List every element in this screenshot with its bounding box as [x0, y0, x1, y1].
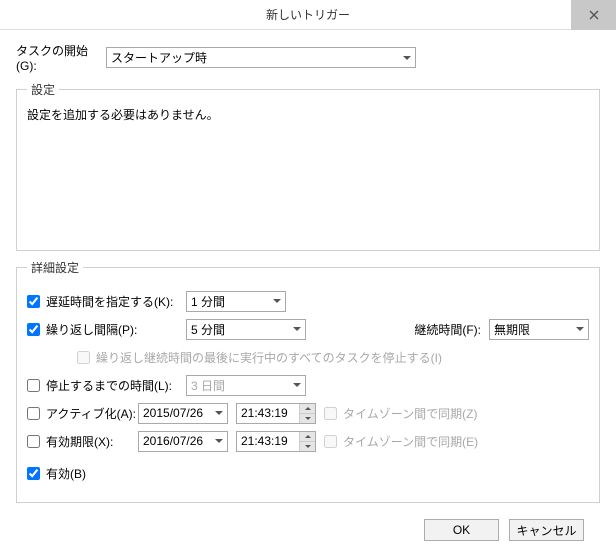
expire-tz-checkbox — [324, 435, 337, 448]
expire-label: 有効期限(X): — [46, 433, 138, 450]
activate-date-wrap — [138, 403, 228, 424]
activate-time-wrap — [236, 403, 316, 424]
spin-down-icon — [305, 417, 311, 420]
enabled-row: 有効(B) — [27, 462, 589, 484]
activate-time-spinner[interactable] — [299, 404, 315, 423]
expire-time-wrap — [236, 431, 316, 452]
stop-after-label: 停止するまでの時間(L): — [46, 377, 186, 394]
close-icon — [589, 10, 599, 20]
stop-at-end-row: 繰り返し継続時間の最後に実行中のすべてのタスクを停止する(I) — [77, 346, 589, 368]
stop-after-row: 停止するまでの時間(L): — [27, 374, 589, 396]
task-start-label: タスクの開始(G): — [16, 42, 106, 73]
duration-combo[interactable] — [489, 319, 589, 340]
delay-combo-wrap — [186, 291, 286, 312]
ok-button[interactable]: OK — [424, 519, 499, 541]
task-start-combo-wrap — [106, 47, 416, 68]
expire-date-wrap — [138, 431, 228, 452]
repeat-combo-wrap — [186, 319, 306, 340]
repeat-checkbox[interactable] — [27, 323, 40, 336]
delay-combo[interactable] — [186, 291, 286, 312]
cancel-button[interactable]: キャンセル — [509, 519, 584, 541]
advanced-group: 詳細設定 遅延時間を指定する(K): 繰り返し間隔(P): 継続時間(F): 繰… — [16, 259, 600, 503]
repeat-combo[interactable] — [186, 319, 306, 340]
button-row: OK キャンセル — [16, 503, 600, 541]
enabled-label: 有効(B) — [46, 465, 86, 482]
stop-at-end-label: 繰り返し継続時間の最後に実行中のすべてのタスクを停止する(I) — [96, 349, 442, 366]
spin-down-icon — [305, 445, 311, 448]
expire-date[interactable] — [138, 431, 228, 452]
duration-label: 継続時間(F): — [414, 321, 481, 338]
delay-checkbox[interactable] — [27, 295, 40, 308]
titlebar: 新しいトリガー — [0, 0, 616, 30]
activate-date[interactable] — [138, 403, 228, 424]
repeat-row: 繰り返し間隔(P): 継続時間(F): — [27, 318, 589, 340]
settings-legend: 設定 — [27, 81, 59, 98]
delay-row: 遅延時間を指定する(K): — [27, 290, 589, 312]
activate-tz-label: タイムゾーン間で同期(Z) — [343, 405, 477, 422]
dialog-content: タスクの開始(G): 設定 設定を追加する必要はありません。 詳細設定 遅延時間… — [0, 30, 616, 553]
stop-after-combo[interactable] — [186, 375, 306, 396]
settings-group: 設定 設定を追加する必要はありません。 — [16, 81, 600, 251]
activate-tz-checkbox — [324, 407, 337, 420]
settings-message: 設定を追加する必要はありません。 — [27, 106, 589, 123]
expire-tz-label: タイムゾーン間で同期(E) — [343, 433, 478, 450]
close-button[interactable] — [571, 0, 616, 30]
duration-combo-wrap — [489, 319, 589, 340]
advanced-legend: 詳細設定 — [27, 259, 83, 276]
task-start-select[interactable] — [106, 47, 416, 68]
stop-at-end-checkbox — [77, 351, 90, 364]
activate-checkbox[interactable] — [27, 407, 40, 420]
expire-row: 有効期限(X): タイムゾーン間で同期(E) — [27, 430, 589, 452]
stop-after-checkbox[interactable] — [27, 379, 40, 392]
stop-after-combo-wrap — [186, 375, 306, 396]
expire-time-spinner[interactable] — [299, 432, 315, 451]
repeat-label: 繰り返し間隔(P): — [46, 321, 186, 338]
spin-up-icon — [305, 407, 311, 410]
task-start-row: タスクの開始(G): — [16, 42, 600, 73]
window-title: 新しいトリガー — [266, 6, 350, 23]
activate-row: アクティブ化(A): タイムゾーン間で同期(Z) — [27, 402, 589, 424]
enabled-checkbox[interactable] — [27, 467, 40, 480]
activate-label: アクティブ化(A): — [46, 405, 138, 422]
spin-up-icon — [305, 435, 311, 438]
expire-checkbox[interactable] — [27, 435, 40, 448]
delay-label: 遅延時間を指定する(K): — [46, 293, 186, 310]
